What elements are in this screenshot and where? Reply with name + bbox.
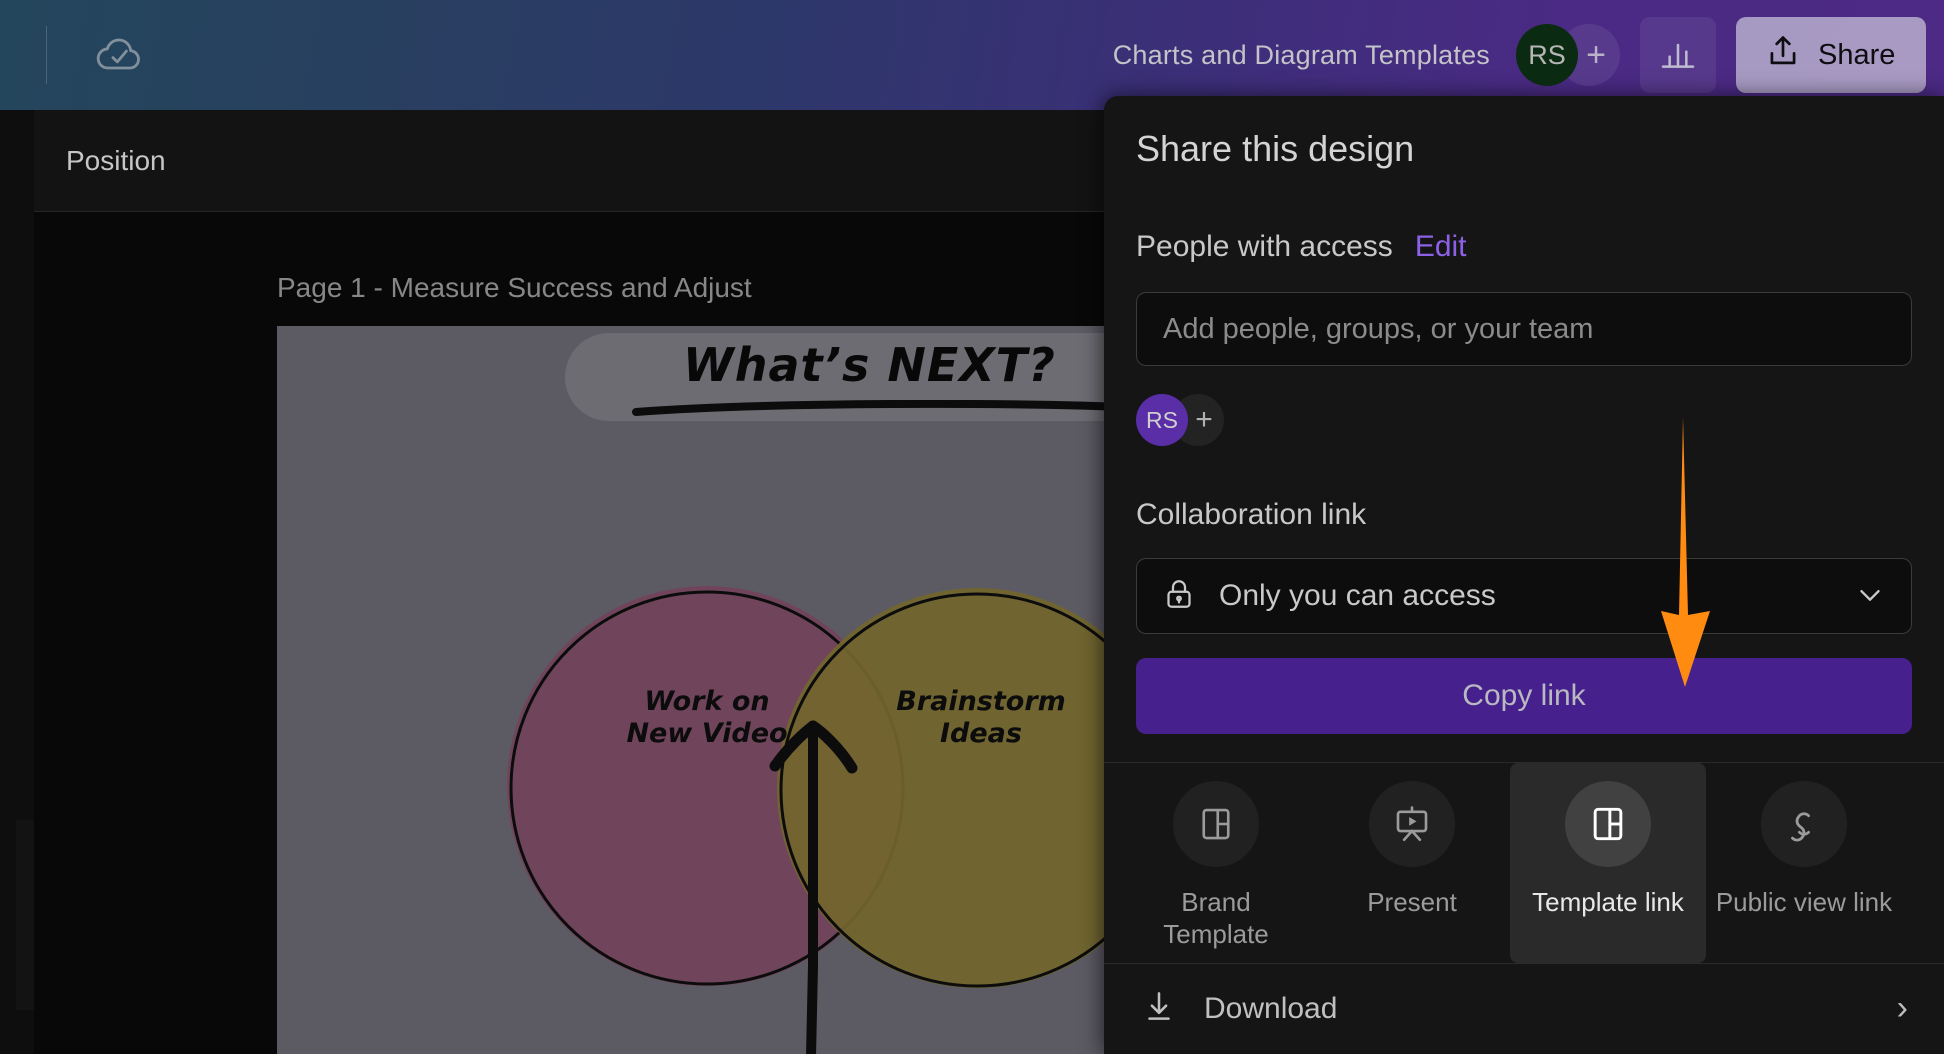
top-bar-left-group: › [0,0,145,110]
people-with-access-row: People with access Edit [1136,230,1912,264]
share-option-label: Public view link [1715,886,1893,917]
document-title[interactable]: Charts and Diagram Templates [1113,40,1490,71]
bar-chart-icon[interactable] [1640,17,1716,93]
lock-icon [1161,576,1197,617]
collaborator-avatars: RS + [1516,24,1620,86]
public-link-icon [1761,780,1847,867]
share-option-present[interactable]: Present [1314,763,1510,919]
people-with-access-label: People with access [1136,230,1393,263]
edit-access-link[interactable]: Edit [1415,230,1467,264]
avatar[interactable]: RS [1516,24,1578,86]
page-label: Page 1 - Measure Success and Adjust [277,272,752,303]
share-button-label: Share [1818,38,1896,71]
circle-label-1: Brainstorm Ideas [851,686,1111,750]
toolbar-divider [46,26,47,84]
present-icon [1369,780,1455,867]
add-people-placeholder: Add people, groups, or your team [1163,312,1594,345]
circle-label-line-b: Ideas [940,717,1022,749]
chevron-right-icon[interactable]: › [1897,989,1908,1028]
avatar[interactable]: RS [1136,394,1188,446]
share-option-brand-template[interactable]: Brand Template [1118,763,1314,950]
circle-label-line-a: Work on [644,686,770,717]
download-icon [1140,987,1178,1030]
circle-label-0: Work on New Video [577,686,837,750]
share-panel-avatars: RS + [1136,394,1912,446]
collaboration-link-label: Collaboration link [1136,498,1367,531]
cloud-check-icon[interactable] [93,29,145,81]
access-level-value: Only you can access [1219,579,1496,612]
app-root: › Charts and Diagram Templates RS + [0,0,1944,1054]
circle-label-line-b: New Video [626,717,788,749]
circle-label-line-a: Brainstorm [896,686,1066,717]
add-people-input[interactable]: Add people, groups, or your team [1136,292,1912,366]
share-option-label: Brand Template [1163,886,1269,949]
share-options-row: Brand Template Present Template link Pub… [1104,762,1944,963]
share-panel-title: Share this design [1136,128,1415,169]
share-option-template-link[interactable]: Template link [1510,762,1706,963]
share-button[interactable]: Share [1736,17,1926,93]
share-panel-top: Share this design People with access Edi… [1104,96,1944,734]
left-rail: ‹ [0,110,56,1054]
download-label: Download [1204,991,1338,1025]
chevron-down-icon[interactable] [1853,577,1887,616]
share-panel: Share this design People with access Edi… [1104,96,1944,1054]
access-level-select[interactable]: Only you can access [1136,558,1912,634]
chevron-left-icon[interactable]: › [0,0,10,110]
share-option-label: Template link [1532,886,1684,917]
top-bar: › Charts and Diagram Templates RS + [0,0,1944,110]
position-button[interactable]: Position [66,145,166,177]
share-option-label: Present [1367,886,1457,917]
template-link-icon [1565,780,1651,867]
upload-icon [1764,32,1802,78]
download-row[interactable]: Download › [1104,964,1944,1054]
share-option-public-view-link[interactable]: Public view link [1706,763,1902,919]
copy-link-button[interactable]: Copy link [1136,658,1912,734]
brand-template-icon [1173,780,1259,867]
